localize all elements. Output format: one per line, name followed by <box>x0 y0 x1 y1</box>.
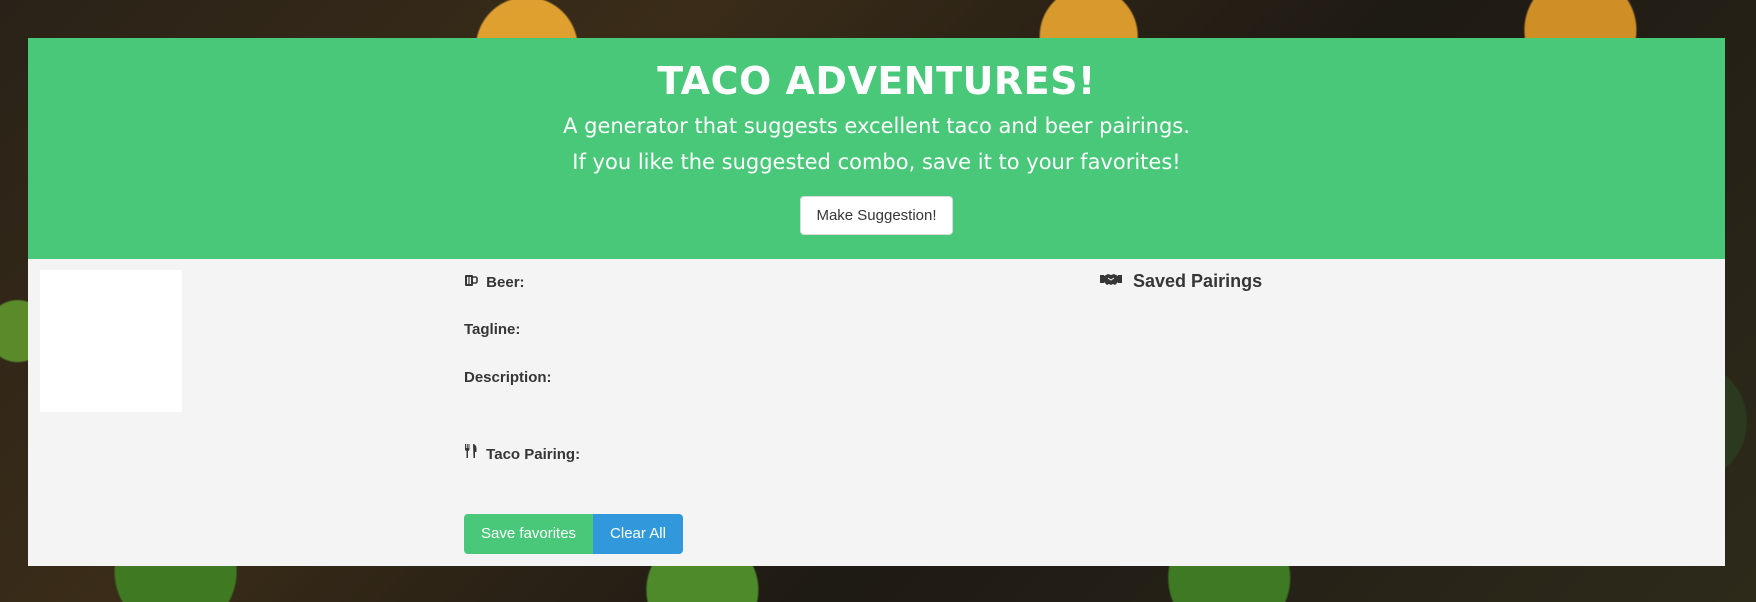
make-suggestion-button[interactable]: Make Suggestion! <box>800 196 953 235</box>
description-field: Description: <box>464 369 558 386</box>
tagline-field: Tagline: <box>464 321 526 338</box>
subtitle-line-1: A generator that suggests excellent taco… <box>563 114 1190 138</box>
beer-image <box>40 270 182 412</box>
hero-banner: TACO ADVENTURES! A generator that sugges… <box>28 38 1725 259</box>
tagline-label: Tagline: <box>464 321 521 338</box>
main-panel: Beer: Tagline: Description: Taco Pairing… <box>28 259 1725 566</box>
page-title: TACO ADVENTURES! <box>657 59 1096 103</box>
taco-pairing-label: Taco Pairing: <box>486 446 581 463</box>
beer-label: Beer: <box>486 274 525 291</box>
beer-mug-icon <box>464 273 480 291</box>
clear-all-button[interactable]: Clear All <box>593 514 683 554</box>
utensils-icon <box>464 443 480 463</box>
taco-pairing-field: Taco Pairing: <box>464 443 586 463</box>
saved-pairings-title: Saved Pairings <box>1133 271 1263 291</box>
saved-pairings-heading: Saved Pairings <box>1100 271 1262 292</box>
save-favorites-button[interactable]: Save favorites <box>464 514 594 554</box>
action-buttons: Save favorites Clear All <box>464 514 683 554</box>
handshake-icon <box>1100 271 1122 292</box>
subtitle-line-2: If you like the suggested combo, save it… <box>572 150 1181 174</box>
beer-field: Beer: <box>464 273 531 291</box>
description-label: Description: <box>464 369 552 386</box>
